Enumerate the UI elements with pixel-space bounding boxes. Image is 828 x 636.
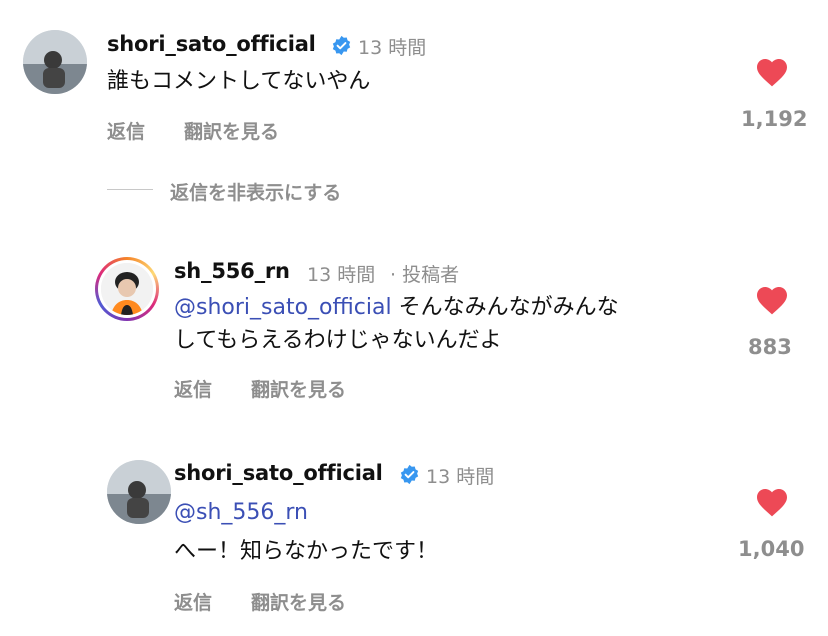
verified-badge-icon [400, 464, 419, 485]
like-count: 1,040 [738, 537, 805, 561]
comment-text-line-2: してもらえるわけじゃないんだよ [174, 328, 502, 353]
author-tag: · 投稿者 [390, 264, 460, 286]
avatar-story-ring[interactable] [95, 257, 159, 321]
like-count: 883 [748, 335, 792, 359]
see-translation-button[interactable]: 翻訳を見る [184, 117, 279, 144]
verified-badge-icon [332, 35, 351, 56]
comment-text: 誰もコメントしてないやん [107, 69, 371, 94]
hide-replies-button[interactable]: 返信を非表示にする [170, 178, 341, 205]
hide-replies-divider [107, 189, 153, 190]
like-count: 1,192 [741, 107, 808, 131]
comment-text: へー！知らなかったです！ [174, 539, 439, 564]
avatar-photo [23, 30, 87, 94]
avatar [101, 263, 153, 315]
see-translation-button[interactable]: 翻訳を見る [251, 588, 346, 615]
avatar-photo [107, 460, 171, 524]
comment-text-line-1: @shori_sato_official そんなみんながみんな [174, 292, 619, 324]
mention-link[interactable]: @sh_556_rn [174, 497, 308, 529]
reply-button[interactable]: 返信 [107, 117, 145, 144]
like-heart-icon[interactable] [755, 57, 789, 87]
reply-button[interactable]: 返信 [174, 375, 212, 402]
like-heart-icon[interactable] [755, 285, 789, 315]
comment-time: 13 時間 [358, 37, 427, 59]
comment-text: そんなみんながみんな [398, 295, 619, 320]
comment-username[interactable]: sh_556_rn [174, 259, 290, 283]
avatar-photo [101, 263, 153, 315]
see-translation-button[interactable]: 翻訳を見る [251, 375, 346, 402]
comment-time: 13 時間 [307, 264, 376, 286]
like-heart-icon[interactable] [755, 487, 789, 517]
avatar[interactable] [107, 460, 171, 524]
reply-button[interactable]: 返信 [174, 588, 212, 615]
comment-username[interactable]: shori_sato_official [174, 461, 383, 485]
comment-username[interactable]: shori_sato_official [107, 32, 316, 56]
mention-link[interactable]: @shori_sato_official [174, 295, 392, 320]
comment-time: 13 時間 [426, 466, 495, 488]
avatar[interactable] [23, 30, 87, 94]
